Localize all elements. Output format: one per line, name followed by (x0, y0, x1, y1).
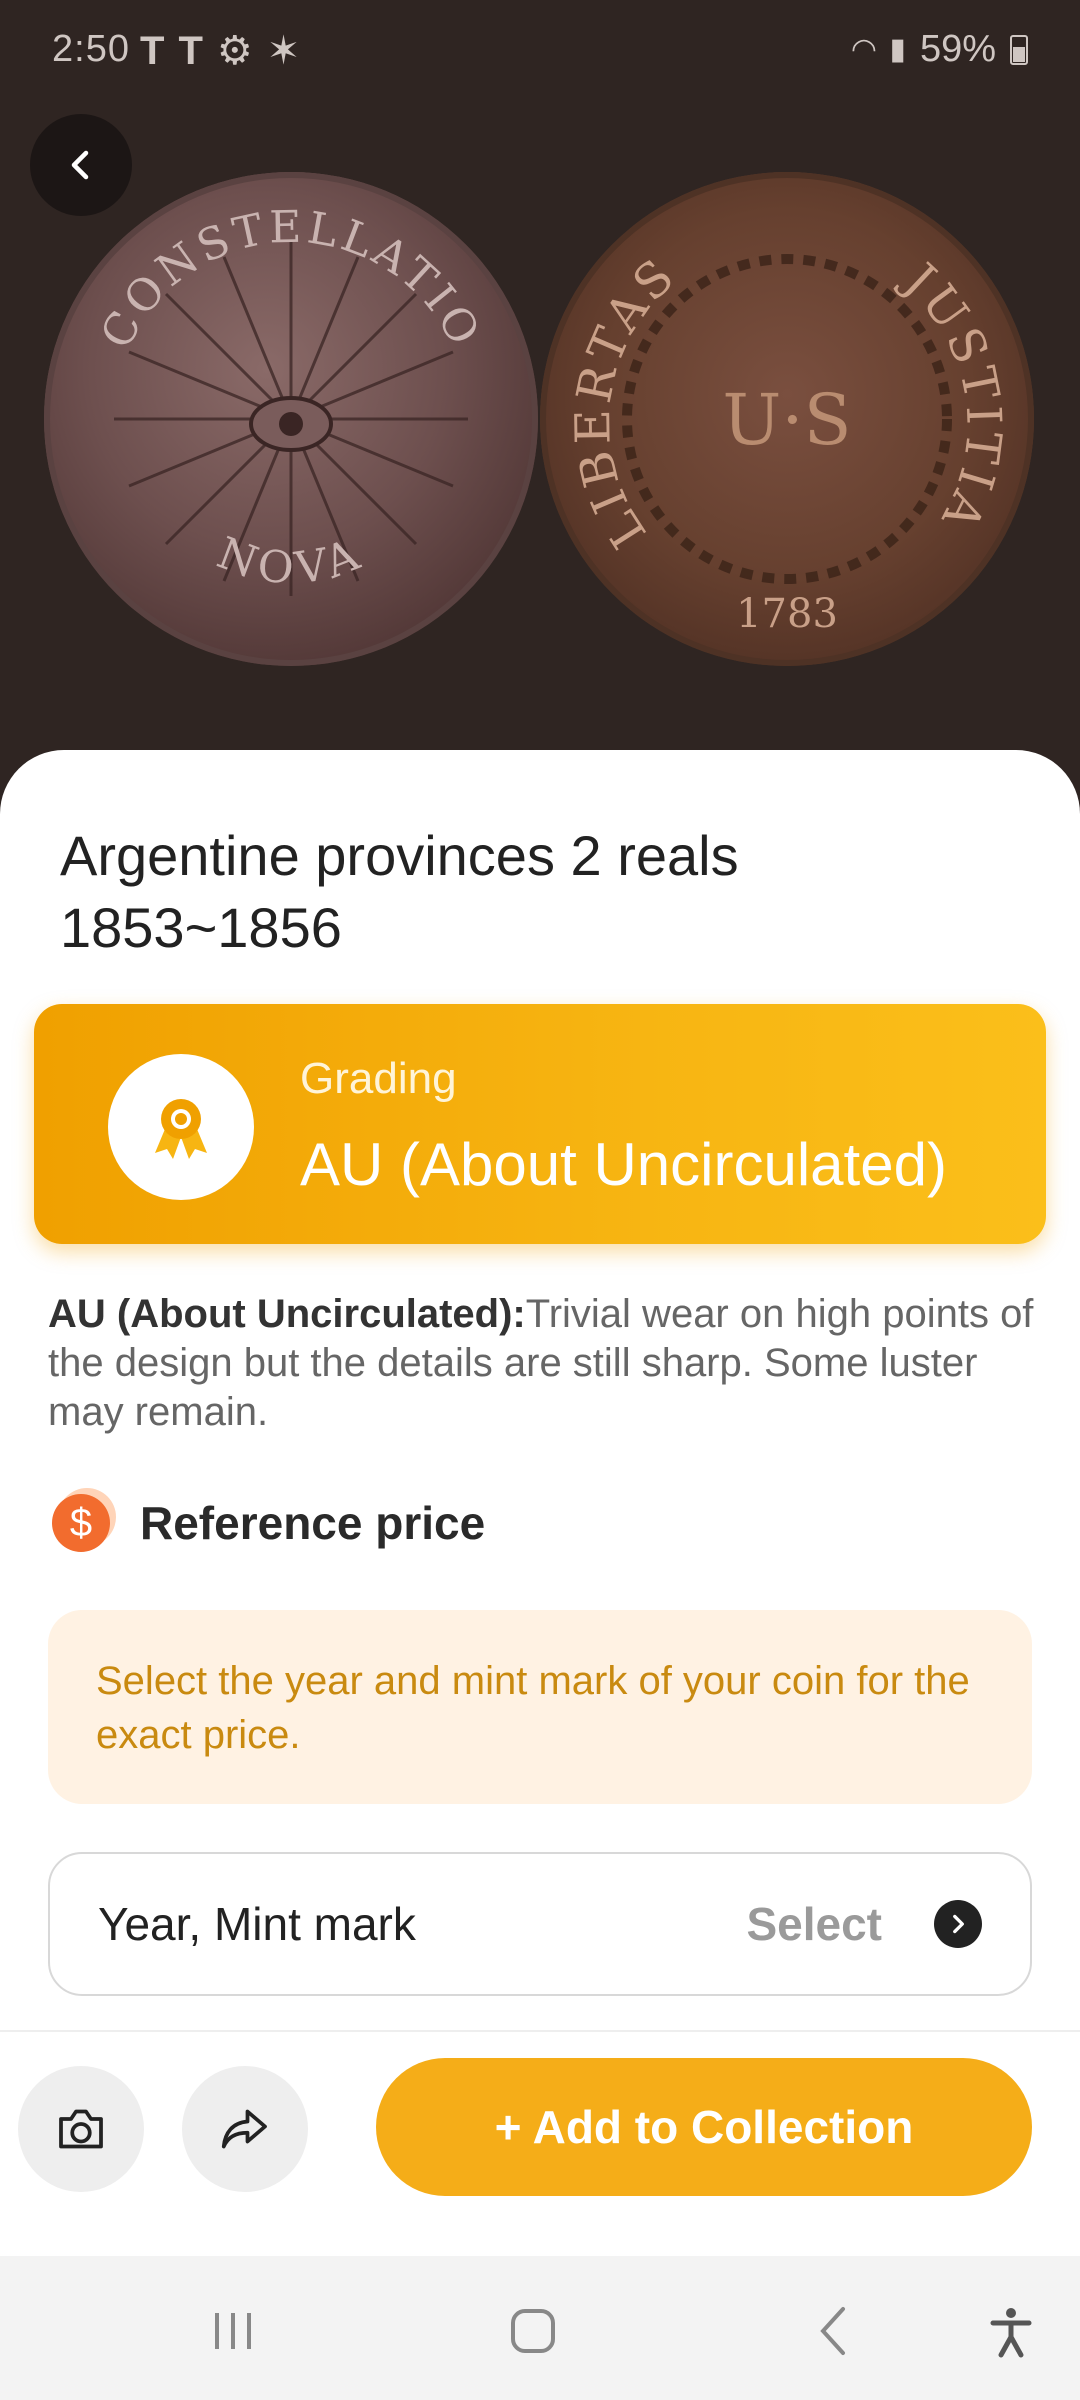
accessibility-icon (990, 2308, 1032, 2358)
home-icon (511, 2309, 555, 2353)
dollar-icon: $ (52, 1494, 110, 1552)
share-icon (221, 2109, 267, 2149)
status-right-icons: ◠ ▮ 59% (852, 28, 1028, 71)
back-icon (820, 2307, 845, 2355)
system-back-button[interactable] (800, 2296, 870, 2366)
status-bar: 2:50 T T ⚙ ✶ ◠ ▮ 59% (0, 0, 1080, 100)
coin-reverse-image: U·S 1783 LIBERTAS JUSTITIA (540, 172, 1034, 666)
year-mint-selector[interactable]: Year, Mint mark Select (48, 1852, 1032, 1996)
grade-description-term: AU (About Uncirculated): (48, 1292, 526, 1336)
camera-icon (59, 2109, 103, 2149)
grading-label: Grading (300, 1054, 457, 1103)
accessibility-status-icon: ✶ (266, 29, 301, 73)
battery-icon (1010, 34, 1028, 65)
add-to-collection-button[interactable]: + Add to Collection (376, 2058, 1032, 2196)
selector-action[interactable]: Select (746, 1897, 882, 1951)
recents-button[interactable] (198, 2296, 268, 2366)
grading-card: Grading AU (About Uncirculated) (34, 1004, 1046, 1244)
reference-price-header: $ Reference price (52, 1494, 485, 1552)
chevron-right-icon (934, 1900, 982, 1948)
bottom-action-bar: + Add to Collection (0, 2032, 1080, 2256)
status-left-icons: T T ⚙ ✶ (140, 28, 300, 74)
home-button[interactable] (498, 2296, 568, 2366)
svg-text:1783: 1783 (736, 591, 838, 637)
battery-percent: 59% (919, 28, 996, 70)
coin-title: Argentine provinces 2 reals 1853~1856 (60, 824, 739, 959)
share-button[interactable] (182, 2066, 308, 2192)
camera-button[interactable] (18, 2066, 144, 2192)
award-badge-icon (108, 1054, 254, 1200)
svg-text:JUSTITIA: JUSTITIA (890, 249, 1012, 541)
accessibility-button[interactable] (976, 2296, 1046, 2366)
status-time: 2:50 (52, 28, 130, 70)
grading-value: AU (About Uncirculated) (300, 1131, 947, 1198)
coin-image-hero: 2:50 T T ⚙ ✶ ◠ ▮ 59% CONSTELLATIO NOVA U… (0, 0, 1080, 780)
coin-obverse-image: CONSTELLATIO NOVA (44, 172, 538, 666)
system-nav-bar (0, 2256, 1080, 2400)
grade-description: AU (About Uncirculated):Trivial wear on … (48, 1290, 1038, 1437)
reference-price-title: Reference price (140, 1497, 486, 1549)
recents-icon (215, 2313, 251, 2349)
wifi-icon: ◠ (852, 33, 876, 66)
svg-text:LIBERTAS: LIBERTAS (565, 246, 688, 558)
carrier-icon: T (140, 28, 165, 73)
selector-label: Year, Mint mark (98, 1898, 416, 1950)
signal-icon: ▮ (889, 33, 906, 66)
settings-icon: ⚙ (216, 29, 253, 73)
svg-text:U·S: U·S (722, 379, 851, 461)
carrier-icon: T (178, 28, 203, 73)
price-notice: Select the year and mint mark of your co… (48, 1610, 1032, 1804)
